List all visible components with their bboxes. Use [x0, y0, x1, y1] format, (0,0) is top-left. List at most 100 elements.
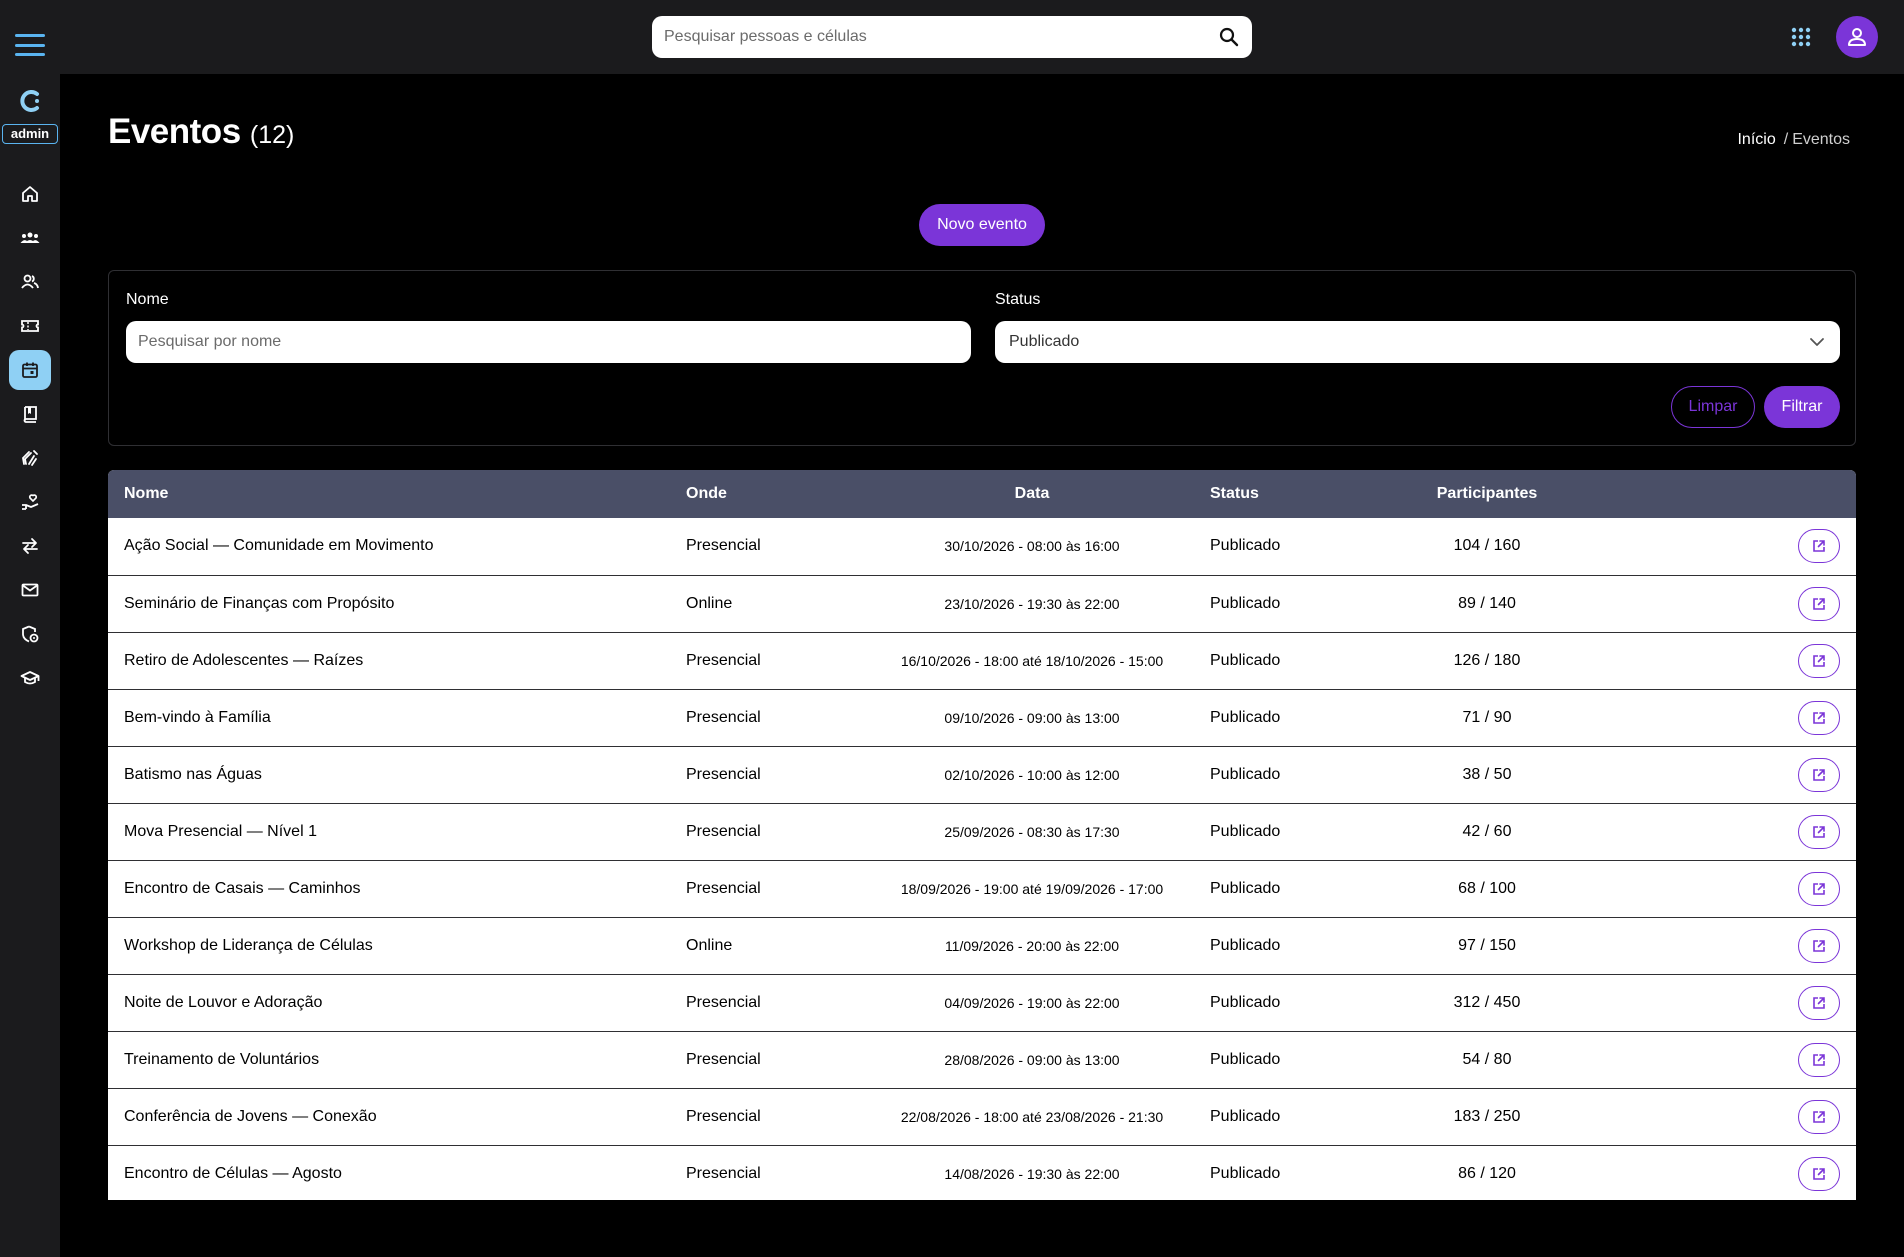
page-title: Eventos (12)	[108, 112, 294, 152]
open-event-button[interactable]	[1798, 700, 1840, 735]
event-status: Publicado	[1210, 879, 1281, 897]
sidebar: admin	[0, 0, 60, 1257]
external-link-icon	[1813, 540, 1825, 553]
apps-grid-icon[interactable]	[1790, 26, 1812, 48]
page-title-text: Eventos	[108, 112, 241, 151]
event-date: 14/08/2026 - 19:30 às 22:00	[944, 1165, 1120, 1182]
chevron-down-icon	[1810, 338, 1824, 346]
event-date: 02/10/2026 - 10:00 às 12:00	[944, 766, 1120, 783]
table-row[interactable]: Ação Social — Comunidade em Movimento Pr…	[108, 518, 1856, 575]
breadcrumb-separator: /	[1783, 131, 1789, 148]
table-row[interactable]: Conferência de Jovens — Conexão Presenci…	[108, 1088, 1856, 1145]
filter-panel: Nome Status Publicado Limpar Filtrar	[108, 270, 1856, 446]
open-event-button[interactable]	[1798, 928, 1840, 963]
sidebar-item-home[interactable]	[9, 174, 51, 214]
open-event-button[interactable]	[1798, 871, 1840, 906]
event-date: 18/09/2026 - 19:00 até 19/09/2026 - 17:0…	[900, 880, 1164, 897]
event-actions	[1580, 518, 1856, 575]
event-participants: 89 / 140	[1458, 594, 1516, 612]
event-participants: 38 / 50	[1462, 765, 1512, 783]
column-header-name[interactable]: Nome	[108, 470, 670, 518]
event-location-type: Presencial	[686, 651, 761, 669]
column-header-status[interactable]: Status	[1194, 470, 1394, 518]
event-location-type: Presencial	[686, 765, 761, 783]
open-event-button[interactable]	[1798, 643, 1840, 678]
top-bar	[60, 0, 1904, 74]
sidebar-item-groups[interactable]	[9, 218, 51, 258]
event-location-type: Online	[686, 594, 733, 612]
events-table: Nome Onde Data Status Participantes Ação…	[108, 470, 1856, 1200]
open-event-button[interactable]	[1798, 586, 1840, 621]
calendar-icon	[22, 362, 38, 378]
open-event-button[interactable]	[1798, 1156, 1840, 1191]
hands-icon	[22, 450, 38, 466]
event-participants: 68 / 100	[1458, 879, 1516, 897]
sidebar-item-school[interactable]	[9, 658, 51, 698]
sidebar-item-tickets[interactable]	[9, 306, 51, 346]
column-header-date[interactable]: Data	[870, 470, 1194, 518]
new-event-button[interactable]: Novo evento	[919, 204, 1045, 246]
table-row[interactable]: Mova Presencial — Nível 1 Presencial 25/…	[108, 803, 1856, 860]
open-event-button[interactable]	[1798, 1099, 1840, 1134]
event-date: 04/09/2026 - 19:00 às 22:00	[944, 994, 1120, 1011]
table-row[interactable]: Encontro de Casais — Caminhos Presencial…	[108, 860, 1856, 917]
sidebar-item-messages[interactable]	[9, 570, 51, 610]
logo-icon	[20, 90, 39, 112]
table-row[interactable]: Seminário de Finanças com Propósito Onli…	[108, 575, 1856, 632]
table-row[interactable]: Encontro de Células — Agosto Presencial …	[108, 1145, 1856, 1200]
sidebar-item-courses[interactable]	[9, 394, 51, 434]
event-location-type: Presencial	[686, 708, 761, 726]
clear-filters-button[interactable]: Limpar	[1671, 386, 1755, 428]
ticket-icon	[21, 320, 39, 332]
open-event-button[interactable]	[1798, 529, 1840, 564]
table-row[interactable]: Bem-vindo à Família Presencial 09/10/202…	[108, 689, 1856, 746]
table-row[interactable]: Batismo nas Águas Presencial 02/10/2026 …	[108, 746, 1856, 803]
donation-icon	[22, 494, 39, 510]
open-event-button[interactable]	[1798, 1042, 1840, 1077]
user-avatar[interactable]	[1836, 16, 1878, 58]
external-link-icon	[1813, 768, 1825, 781]
name-filter-label: Nome	[126, 291, 169, 308]
menu-icon[interactable]	[15, 34, 45, 56]
event-status: Publicado	[1210, 708, 1281, 726]
table-row[interactable]: Noite de Louvor e Adoração Presencial 04…	[108, 974, 1856, 1031]
sidebar-item-transfers[interactable]	[9, 526, 51, 566]
event-participants: 42 / 60	[1462, 822, 1512, 840]
sidebar-item-donations[interactable]	[9, 482, 51, 522]
events-table-grid: Nome Onde Data Status Participantes Ação…	[108, 470, 1856, 1200]
event-actions	[1580, 1145, 1856, 1200]
sidebar-item-people[interactable]	[9, 262, 51, 302]
event-participants: 312 / 450	[1453, 993, 1521, 1011]
event-participants: 104 / 160	[1453, 537, 1521, 555]
external-link-icon	[1813, 882, 1825, 895]
apply-filters-button[interactable]: Filtrar	[1764, 386, 1840, 428]
table-row[interactable]: Treinamento de Voluntários Presencial 28…	[108, 1031, 1856, 1088]
status-filter-select[interactable]: Publicado	[995, 321, 1840, 363]
open-event-button[interactable]	[1798, 985, 1840, 1020]
event-date: 09/10/2026 - 09:00 às 13:00	[944, 709, 1120, 726]
event-status: Publicado	[1210, 594, 1281, 612]
open-event-button[interactable]	[1798, 814, 1840, 849]
breadcrumb-home-link[interactable]: Início	[1737, 131, 1775, 148]
sidebar-item-events[interactable]	[9, 350, 51, 390]
event-actions	[1580, 917, 1856, 974]
search-icon[interactable]	[1218, 26, 1240, 48]
people-icon	[21, 274, 39, 289]
external-link-icon	[1813, 711, 1825, 724]
column-header-where[interactable]: Onde	[670, 470, 870, 518]
sidebar-item-permissions[interactable]	[9, 614, 51, 654]
external-link-icon	[1813, 597, 1825, 610]
event-actions	[1580, 803, 1856, 860]
table-row[interactable]: Workshop de Liderança de Células Online …	[108, 917, 1856, 974]
event-participants: 183 / 250	[1453, 1107, 1521, 1125]
column-header-participants[interactable]: Participantes	[1394, 470, 1580, 518]
table-row[interactable]: Retiro de Adolescentes — Raízes Presenci…	[108, 632, 1856, 689]
name-filter-input[interactable]	[126, 321, 971, 363]
open-event-button[interactable]	[1798, 757, 1840, 792]
event-participants: 71 / 90	[1462, 708, 1512, 726]
table-header-row: Nome Onde Data Status Participantes	[108, 470, 1856, 518]
global-search-input[interactable]	[664, 28, 1218, 46]
status-filter-label: Status	[995, 291, 1041, 308]
external-link-icon	[1813, 939, 1825, 952]
sidebar-item-volunteers[interactable]	[9, 438, 51, 478]
